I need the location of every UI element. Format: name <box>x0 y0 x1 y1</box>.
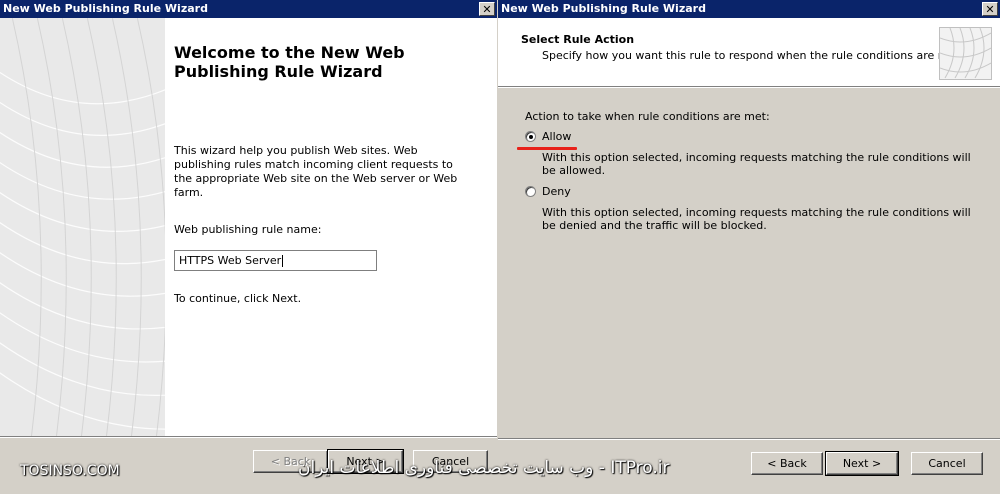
deny-radio[interactable] <box>525 186 536 197</box>
header-art-graphic <box>940 28 991 79</box>
header-subtitle: Specify how you want this rule to respon… <box>542 49 964 62</box>
back-button[interactable]: < Back <box>751 452 823 475</box>
wave-art-graphic <box>0 18 165 436</box>
header-title: Select Rule Action <box>521 33 635 46</box>
welcome-wizard-window: New Web Publishing Rule Wizard ✕ Welcome… <box>0 0 497 494</box>
continue-hint: To continue, click Next. <box>174 292 302 305</box>
watermark-left: TOSINSO.COM <box>20 463 120 479</box>
allow-description: With this option selected, incoming requ… <box>542 151 971 177</box>
text-caret <box>282 255 284 267</box>
welcome-wizard-titlebar: New Web Publishing Rule Wizard ✕ <box>0 0 497 18</box>
rule-name-value: HTTPS Web Server <box>179 254 282 267</box>
welcome-heading: Welcome to the New Web Publishing Rule W… <box>174 43 405 81</box>
welcome-content: Welcome to the New Web Publishing Rule W… <box>165 18 497 436</box>
rule-name-input[interactable]: HTTPS Web Server <box>174 250 377 271</box>
rule-action-wizard-window: New Web Publishing Rule Wizard ✕ Select … <box>498 0 1000 494</box>
action-label: Action to take when rule conditions are … <box>525 110 770 123</box>
header-separator-highlight <box>498 87 1000 88</box>
rule-name-label: Web publishing rule name: <box>174 223 322 236</box>
allow-radio[interactable] <box>525 131 536 142</box>
cancel-button[interactable]: Cancel <box>911 452 983 475</box>
radio-selected-dot <box>529 135 533 139</box>
wizard-header-art <box>939 27 992 80</box>
allow-label[interactable]: Allow <box>542 130 571 143</box>
wizard-header: Select Rule Action Specify how you want … <box>498 18 1000 86</box>
wizard-wave-art <box>0 18 165 436</box>
deny-description: With this option selected, incoming requ… <box>542 206 971 232</box>
button-separator-highlight <box>498 439 1000 440</box>
welcome-wizard-title: New Web Publishing Rule Wizard <box>3 2 208 15</box>
close-button[interactable]: ✕ <box>479 2 495 16</box>
intro-text: This wizard help you publish Web sites. … <box>174 144 458 199</box>
close-button[interactable]: ✕ <box>982 2 998 16</box>
close-icon: ✕ <box>482 3 492 16</box>
deny-label[interactable]: Deny <box>542 185 571 198</box>
red-underline-mark <box>517 147 577 150</box>
watermark-right: ITPro.ir - وب سایت تخصصی فناوری اطلاعات … <box>298 458 670 478</box>
close-icon: ✕ <box>985 3 995 16</box>
rule-action-wizard-titlebar: New Web Publishing Rule Wizard ✕ <box>498 0 1000 18</box>
button-separator-highlight <box>0 437 497 438</box>
next-button[interactable]: Next > <box>825 451 899 476</box>
rule-action-wizard-title: New Web Publishing Rule Wizard <box>501 2 706 15</box>
